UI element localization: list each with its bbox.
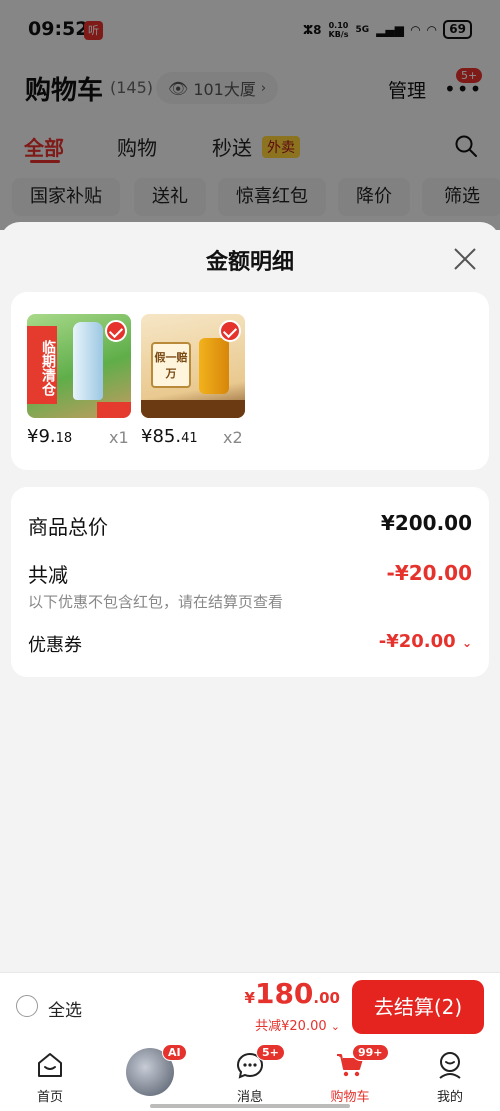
product-price: ¥85.41: [141, 426, 198, 447]
nav-mine-label: 我的: [436, 1090, 463, 1105]
nav-ai-assistant[interactable]: AI: [100, 1040, 200, 1111]
checkout-bar: 全选 ¥180.00 共减¥20.00 ⌄ 去结算(2): [0, 972, 500, 1040]
ai-badge: AI: [162, 1044, 187, 1061]
goods-total-label: 商品总价: [28, 515, 108, 539]
product-item[interactable]: 临期清仓 ¥9.18 x1: [11, 314, 131, 454]
product-image: 假一赔万: [141, 314, 245, 418]
selected-check-icon: [219, 320, 241, 342]
reduce-note: 以下优惠不包含红包，请在结算页查看: [28, 593, 284, 611]
reduce-label: 共减: [28, 563, 68, 587]
close-icon[interactable]: [452, 246, 478, 272]
product-price: ¥9.18: [27, 426, 73, 447]
bottom-navigation: 首页 AI 5+ 消息 99+ 购物车 我的: [0, 1040, 500, 1111]
nav-cart[interactable]: 99+ 购物车: [300, 1040, 400, 1111]
bottle-image: [73, 322, 103, 400]
chevron-down-icon: ⌄: [330, 1020, 340, 1033]
nav-messages-label: 消息: [236, 1090, 263, 1105]
selected-check-icon: [105, 320, 127, 342]
checkout-button[interactable]: 去结算(2): [352, 980, 484, 1034]
message-badge: 5+: [256, 1044, 285, 1061]
price-breakdown-card: 商品总价 ¥200.00 共减 -¥20.00 以下优惠不包含红包，请在结算页查…: [11, 487, 489, 677]
amount-detail-sheet: 金额明细 临期清仓 ¥9.18 x1 假一赔万 ¥85.41 x2 商品总价 ¥…: [0, 222, 500, 972]
nav-mine[interactable]: 我的: [400, 1040, 500, 1111]
guarantee-badge: 假一赔万: [151, 342, 191, 388]
nav-home[interactable]: 首页: [0, 1040, 100, 1111]
product-quantity: x2: [223, 428, 243, 447]
modal-overlay[interactable]: [0, 0, 500, 230]
nav-home-label: 首页: [36, 1090, 63, 1105]
clearance-tag: 临期清仓: [27, 326, 57, 404]
nav-messages[interactable]: 5+ 消息: [200, 1040, 300, 1111]
oil-bottle-image: [199, 338, 229, 394]
saved-amount[interactable]: 共减¥20.00 ⌄: [255, 1015, 340, 1034]
product-bottom-strip: [141, 400, 245, 418]
select-all-checkbox[interactable]: [16, 995, 38, 1017]
user-icon: [439, 1052, 461, 1079]
coupon-value[interactable]: -¥20.00 ⌄: [379, 631, 472, 652]
reduce-value: -¥20.00: [386, 561, 472, 585]
total-price: ¥180.00: [244, 977, 340, 1010]
coupon-label: 优惠券: [28, 635, 82, 656]
chevron-down-icon: ⌄: [461, 636, 472, 650]
select-all-label[interactable]: 全选: [48, 996, 82, 1021]
sheet-title: 金额明细: [205, 250, 294, 275]
product-list-card: 临期清仓 ¥9.18 x1 假一赔万 ¥85.41 x2: [11, 292, 489, 470]
product-image: 临期清仓: [27, 314, 131, 418]
home-icon: [38, 1053, 62, 1077]
product-item[interactable]: 假一赔万 ¥85.41 x2: [125, 314, 245, 454]
cart-badge: 99+: [352, 1044, 389, 1061]
goods-total-value: ¥200.00: [380, 511, 472, 535]
home-indicator[interactable]: [150, 1104, 350, 1108]
nav-cart-label: 购物车: [330, 1090, 370, 1105]
